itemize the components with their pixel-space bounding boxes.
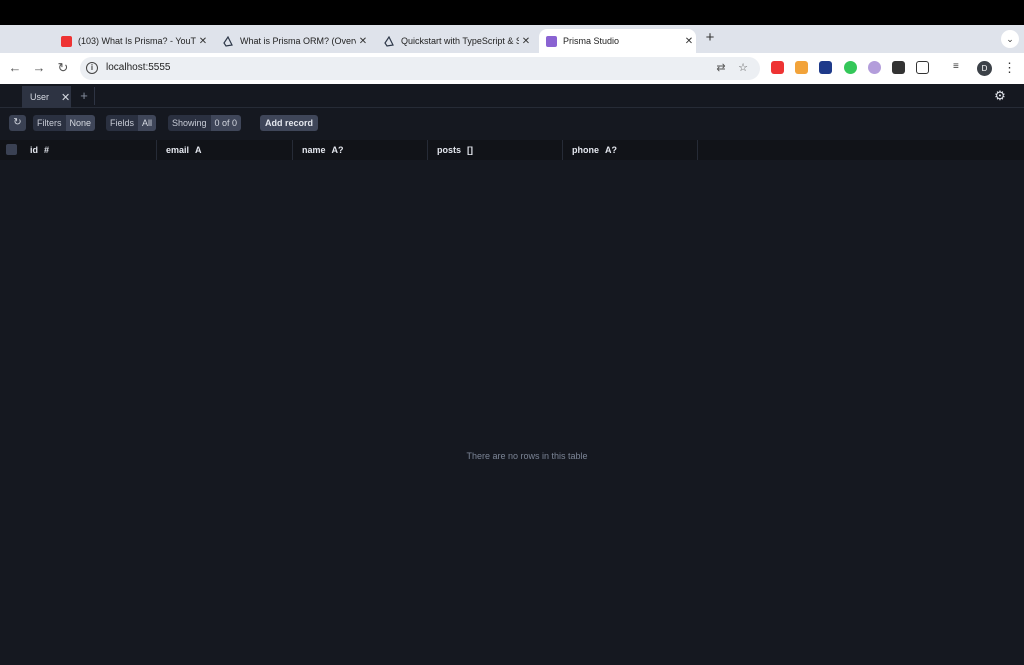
studio-action-bar: ↻ Filters None Fields All Showing 0 of 0… — [0, 108, 1024, 139]
add-record-button[interactable]: Add record — [260, 115, 319, 131]
forward-arrow-icon[interactable]: → — [31, 60, 47, 76]
column-header-posts[interactable]: posts [] — [428, 140, 563, 160]
column-name: name — [302, 145, 326, 155]
browser-tab-youtube[interactable]: (103) What Is Prisma? - YouTube ✕ — [56, 29, 210, 53]
refresh-icon: ↻ — [13, 117, 22, 128]
translate-icon[interactable]: ⇄ — [714, 61, 728, 75]
browser-menu-icon[interactable]: ⋮ — [1003, 60, 1016, 76]
prisma-favicon-icon — [223, 35, 234, 47]
browser-tab-quickstart[interactable]: Quickstart with TypeScript & SQLite ✕ — [379, 29, 533, 53]
prisma-studio-app: User ✕ + ⚙ ↻ Filters None Fields All Sho… — [0, 84, 1024, 665]
showing-label: Showing — [168, 115, 211, 131]
new-tab-button[interactable]: + — [703, 29, 717, 47]
address-bar[interactable]: i localhost:5555 ⇄ ☆ — [80, 57, 760, 80]
youtube-favicon-icon — [61, 35, 72, 47]
column-type: A? — [331, 145, 344, 155]
empty-table-message: There are no rows in this table — [466, 451, 588, 461]
media-controls-icon[interactable]: ≡ — [953, 61, 966, 74]
add-model-tab-button[interactable]: + — [77, 88, 91, 104]
column-type: # — [44, 145, 50, 155]
showing-value: 0 of 0 — [210, 115, 242, 131]
filters-label: Filters — [33, 115, 66, 131]
fields-value: All — [138, 115, 157, 131]
prisma-favicon-icon — [384, 35, 395, 47]
filters-value: None — [65, 115, 96, 131]
table-header-row: id # email A name A? posts [] phone A? — [0, 140, 1024, 160]
fields-button[interactable]: Fields All — [106, 115, 157, 131]
browser-tab-title: Quickstart with TypeScript & SQLite — [401, 36, 519, 46]
purple-extension-icon[interactable] — [868, 61, 881, 74]
showing-button[interactable]: Showing 0 of 0 — [168, 115, 242, 131]
settings-gear-icon[interactable]: ⚙ — [993, 89, 1007, 103]
green-extension-icon[interactable] — [844, 61, 857, 74]
column-type: A? — [605, 145, 617, 155]
colorful-extension-icon[interactable] — [795, 61, 808, 74]
column-name: phone — [572, 145, 599, 155]
browser-tab-title: Prisma Studio — [563, 36, 620, 46]
close-icon[interactable]: ✕ — [519, 36, 533, 47]
blue-extension-icon[interactable] — [819, 61, 832, 74]
column-name: id — [30, 145, 38, 155]
model-tab-label: User — [30, 92, 50, 102]
reload-icon[interactable]: ↻ — [55, 60, 71, 76]
close-icon[interactable]: ✕ — [61, 91, 70, 104]
column-type: A — [195, 145, 202, 155]
profile-avatar[interactable]: D — [977, 61, 992, 76]
close-icon[interactable]: ✕ — [682, 36, 696, 47]
model-tab-user[interactable]: User ✕ — [22, 86, 71, 108]
close-icon[interactable]: ✕ — [356, 36, 370, 47]
tab-search-chevron-icon[interactable]: ⌄ — [1001, 30, 1019, 48]
column-header-phone[interactable]: phone A? — [563, 140, 698, 160]
filters-button[interactable]: Filters None — [33, 115, 96, 131]
browser-tab-strip: (103) What Is Prisma? - YouTube ✕ What i… — [0, 25, 1024, 70]
model-tab-bar: User ✕ + ⚙ — [0, 84, 1024, 108]
browser-tab-title: What is Prisma ORM? (Overview) — [240, 36, 356, 46]
back-arrow-icon[interactable]: ← — [7, 60, 23, 76]
prisma-studio-favicon-icon — [546, 35, 557, 47]
column-name: email — [166, 145, 190, 155]
puzzle-extensions-icon[interactable] — [916, 61, 929, 74]
column-name: posts — [437, 145, 462, 155]
refresh-button[interactable]: ↻ — [9, 115, 26, 131]
column-type: [] — [467, 145, 474, 155]
browser-tab-prisma-studio[interactable]: Prisma Studio ✕ — [539, 29, 696, 53]
column-header-email[interactable]: email A — [157, 140, 293, 160]
column-header-id[interactable]: id # — [21, 140, 157, 160]
browser-toolbar: ← → ↻ i localhost:5555 ⇄ ☆ ≡ — [0, 53, 1024, 84]
fields-label: Fields — [106, 115, 139, 131]
os-menu-bar — [0, 0, 1024, 25]
site-info-icon[interactable]: i — [86, 62, 98, 74]
close-icon[interactable]: ✕ — [196, 36, 210, 47]
youtube-extension-icon[interactable] — [771, 61, 784, 74]
divider — [94, 87, 95, 105]
column-header-name[interactable]: name A? — [293, 140, 428, 160]
browser-tab-title: (103) What Is Prisma? - YouTube — [78, 36, 196, 46]
bookmark-star-icon[interactable]: ☆ — [736, 61, 750, 75]
url-text[interactable]: localhost:5555 — [106, 62, 171, 73]
browser-tab-prisma-overview[interactable]: What is Prisma ORM? (Overview) ✕ — [218, 29, 370, 53]
bear-extension-icon[interactable] — [892, 61, 905, 74]
select-all-checkbox[interactable] — [6, 144, 17, 155]
